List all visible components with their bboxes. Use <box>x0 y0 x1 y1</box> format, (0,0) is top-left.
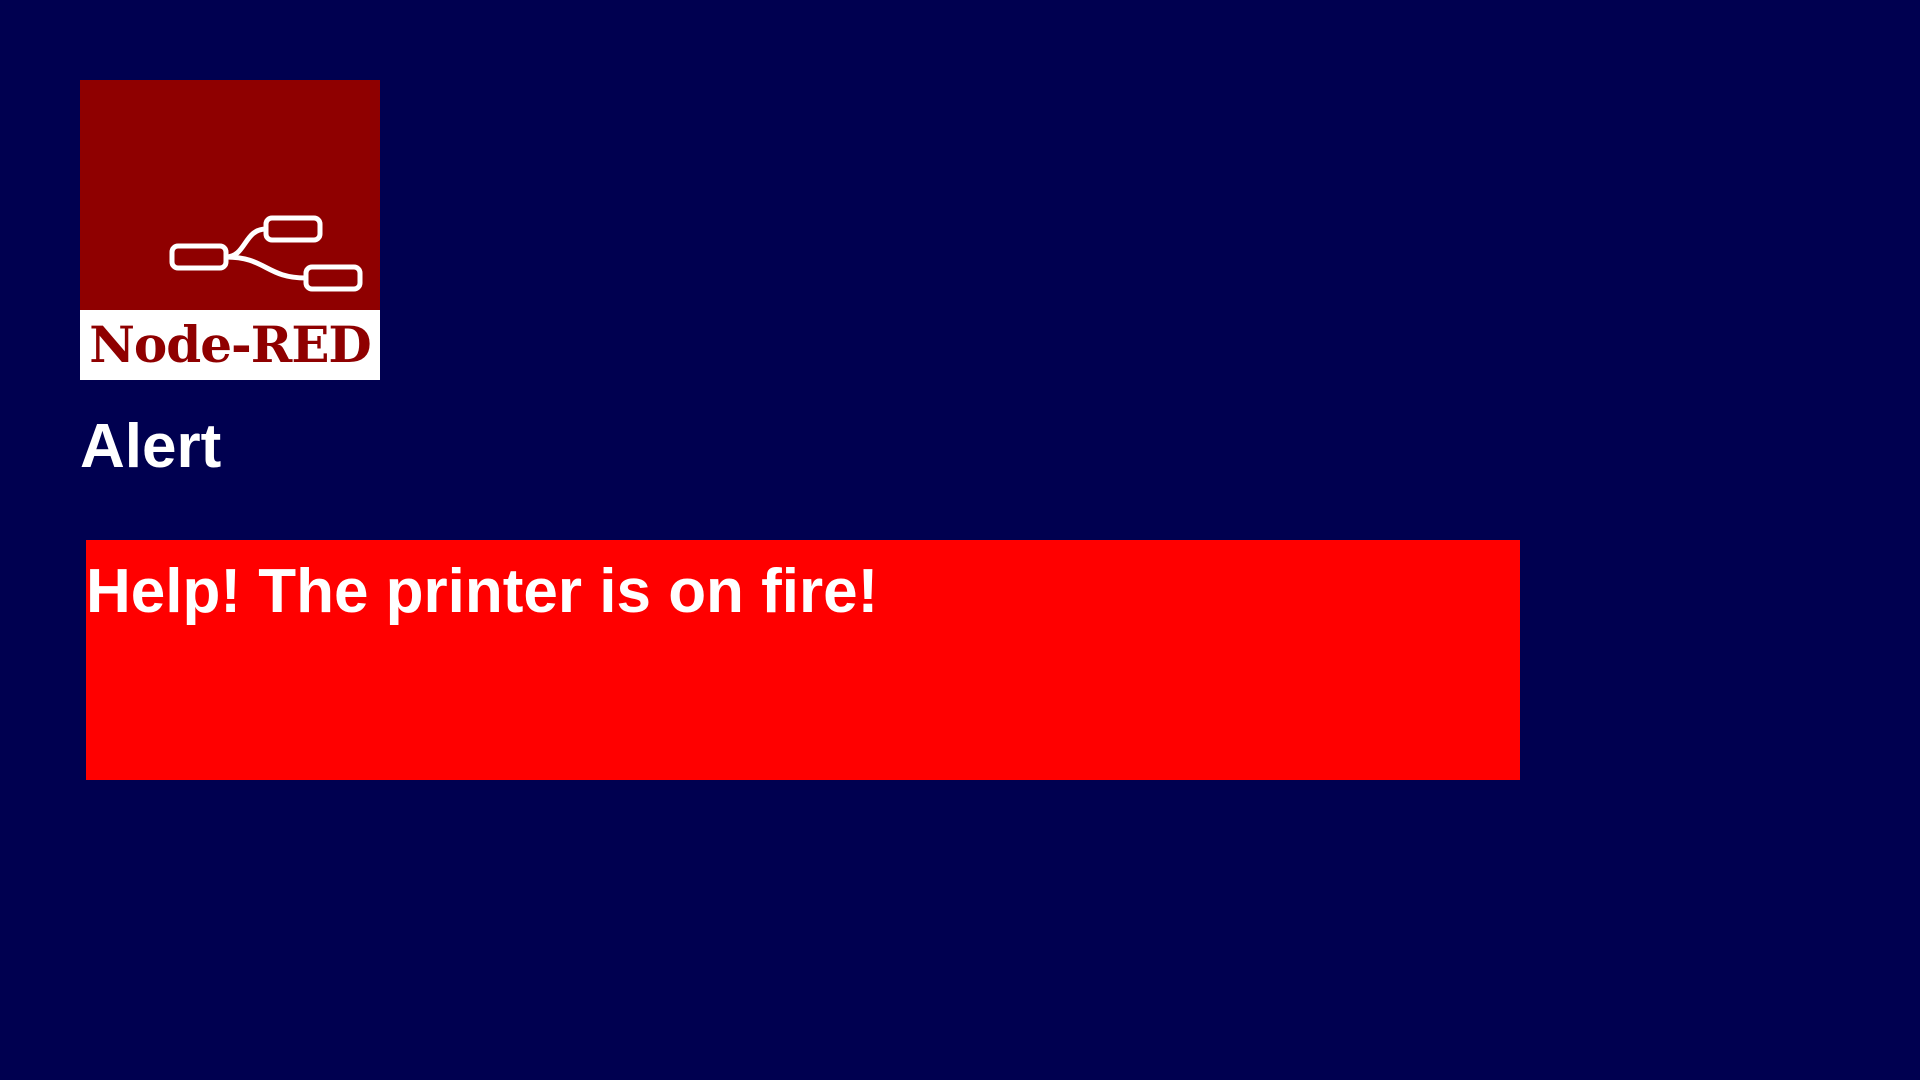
alert-message: Help! The printer is on fire! <box>86 557 879 626</box>
node-red-flow-icon <box>169 215 363 292</box>
alert-banner: Help! The printer is on fire! <box>86 540 1520 780</box>
node-red-logo: Node-RED <box>80 80 380 380</box>
dashboard-page: { "theme": { "background": "#000050", "l… <box>0 0 1920 1080</box>
logo-text-band: Node-RED <box>80 310 380 380</box>
page-title: Alert <box>80 412 222 481</box>
logo-text: Node-RED <box>89 315 372 374</box>
